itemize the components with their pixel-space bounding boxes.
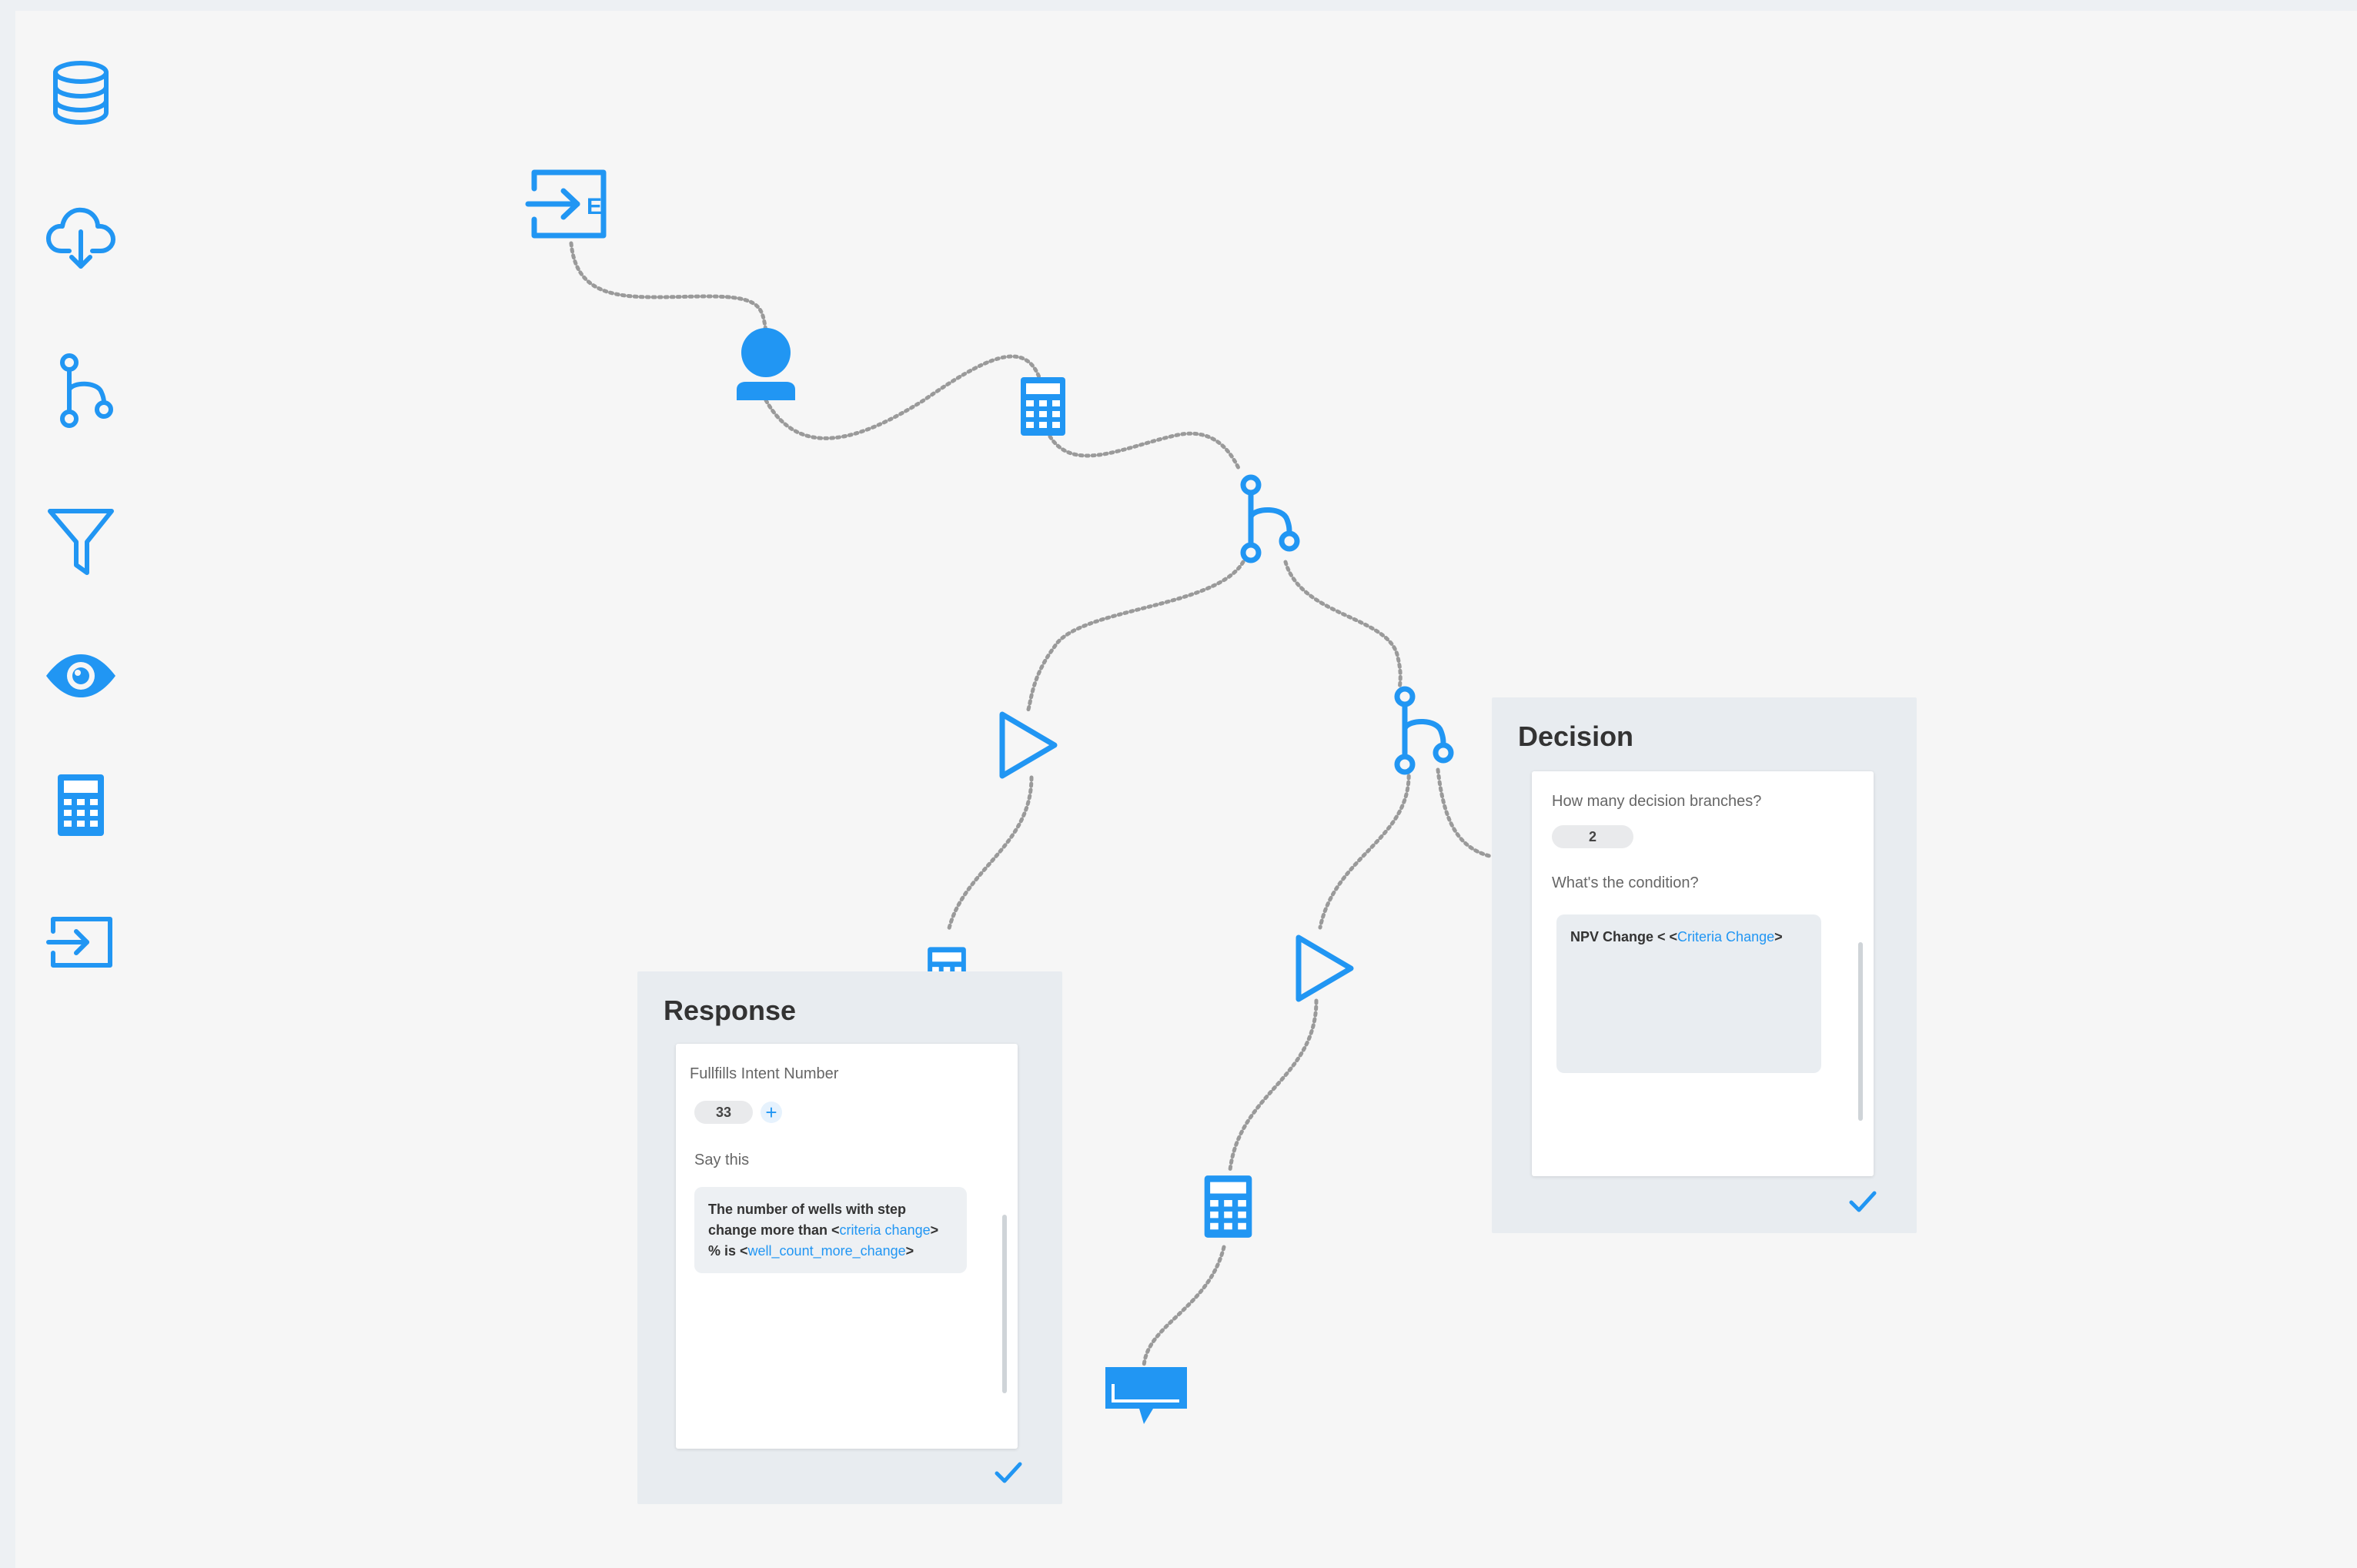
decision-panel: Decision How many decision branches? 2 W… <box>1492 697 1917 1233</box>
play-node-icon <box>999 711 1058 779</box>
add-intent-button[interactable]: + <box>761 1102 782 1123</box>
well-count-token: well_count_more_change <box>747 1243 906 1259</box>
criteria-change-token: criteria change <box>839 1222 931 1238</box>
decision-branch-icon <box>60 353 113 428</box>
node-calculator-1[interactable] <box>1016 376 1070 437</box>
link-calc-response <box>1142 1245 1226 1369</box>
intent-label: Fullfills Intent Number <box>690 1065 839 1082</box>
link-user-calc <box>764 354 1041 440</box>
node-play-2[interactable] <box>1289 930 1359 1007</box>
decision-confirm-button[interactable] <box>1847 1189 1878 1215</box>
node-decision-1[interactable] <box>1228 473 1305 566</box>
decision-node-icon <box>1394 686 1454 775</box>
tool-filter[interactable] <box>42 502 119 579</box>
response-confirm-button[interactable] <box>993 1459 1024 1486</box>
node-calculator-2[interactable] <box>1199 1174 1257 1239</box>
tool-calculator[interactable] <box>42 767 119 844</box>
criteria-change-token: Criteria Change <box>1677 929 1775 944</box>
link-decision2-panel <box>1436 767 1492 858</box>
link-calc-decision <box>1045 429 1242 472</box>
condition-textbox[interactable]: NPV Change < <Criteria Change> <box>1556 914 1821 1073</box>
link-entry-user <box>569 241 768 333</box>
node-decision-2[interactable] <box>1382 685 1459 777</box>
response-panel: Response Fullfills Intent Number 33 + Sa… <box>637 971 1062 1504</box>
say-this-textbox[interactable]: The number of wells with step change mor… <box>694 1187 967 1273</box>
calculator-node-icon <box>1204 1175 1252 1238</box>
node-play-1[interactable] <box>993 707 1062 784</box>
tool-enter[interactable] <box>42 904 119 981</box>
play-node-icon <box>1296 934 1354 1002</box>
check-icon <box>1849 1191 1877 1212</box>
database-icon <box>53 61 109 125</box>
response-panel-title: Response <box>664 995 797 1026</box>
enter-icon <box>46 917 112 968</box>
link-decision-play-left <box>1025 560 1245 714</box>
filter-icon <box>48 509 114 575</box>
branches-count-field[interactable]: 2 <box>1552 825 1633 848</box>
calculator-icon <box>58 774 104 836</box>
branches-label: How many decision branches? <box>1552 793 1762 810</box>
decision-panel-title: Decision <box>1518 720 1634 752</box>
tool-cloud-download[interactable] <box>42 197 119 274</box>
svg-text:E: E <box>587 194 602 219</box>
tool-database[interactable] <box>42 54 119 131</box>
response-scrollbar[interactable] <box>1002 1215 1007 1393</box>
entry-node-icon: E <box>525 169 607 239</box>
tool-decision[interactable] <box>42 353 119 430</box>
decision-node-icon <box>1240 474 1300 563</box>
response-node-icon <box>1105 1367 1187 1424</box>
calculator-node-icon <box>928 947 966 973</box>
link-play-calc-bottom <box>1228 998 1319 1172</box>
check-icon <box>995 1462 1022 1483</box>
node-user[interactable] <box>727 323 804 400</box>
intent-number-field[interactable]: 33 <box>694 1101 753 1124</box>
node-response[interactable] <box>1101 1361 1193 1430</box>
response-card: Fullfills Intent Number 33 + Say this Th… <box>676 1044 1018 1449</box>
condition-label: What's the condition? <box>1552 874 1699 891</box>
calculator-node-icon <box>1021 377 1065 436</box>
user-node-icon <box>737 328 795 400</box>
node-entry[interactable]: E <box>523 162 616 246</box>
link-decision-decision2 <box>1283 560 1402 691</box>
decision-card: How many decision branches? 2 What's the… <box>1532 771 1874 1176</box>
tool-eye[interactable] <box>42 637 119 714</box>
say-this-label: Say this <box>694 1152 750 1168</box>
cloud-download-icon <box>46 207 115 269</box>
flow-connections <box>569 241 1492 1369</box>
eye-icon <box>46 654 115 697</box>
link-play-left-calc <box>946 775 1034 934</box>
link-decision2-play <box>1318 767 1411 930</box>
decision-scrollbar[interactable] <box>1858 942 1863 1121</box>
node-calculator-3[interactable] <box>924 945 970 973</box>
